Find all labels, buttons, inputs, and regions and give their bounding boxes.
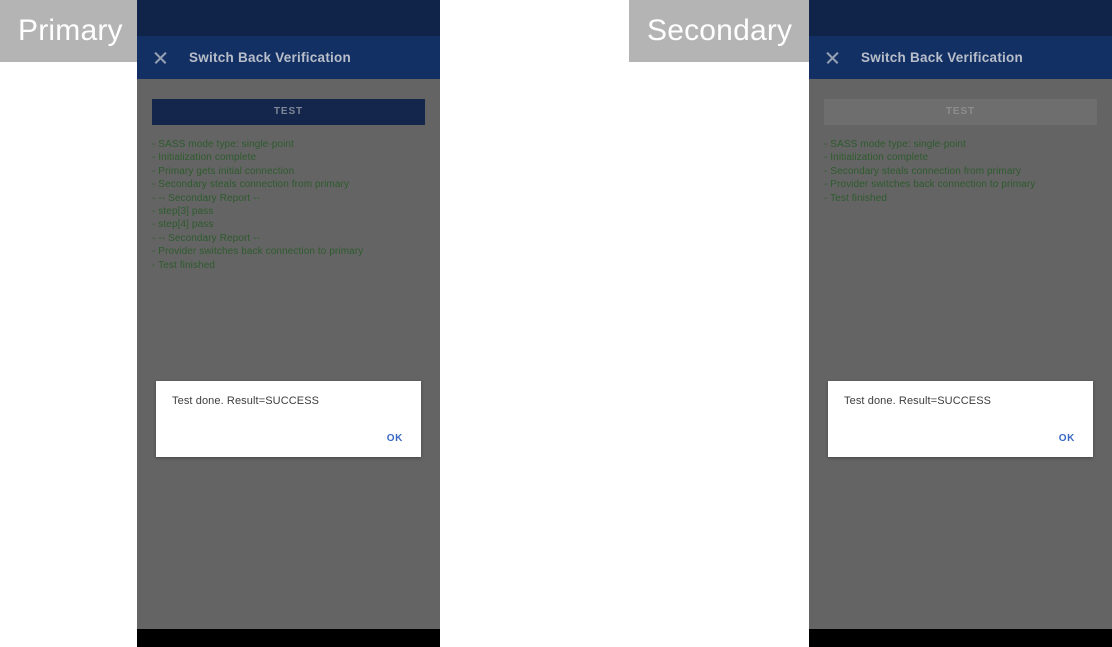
log-line: - Provider switches back connection to p… [824, 179, 1036, 191]
log-output-secondary: - SASS mode type: single-point - Initial… [824, 138, 1097, 205]
close-icon[interactable] [825, 50, 840, 65]
status-bar-secondary [809, 0, 1112, 36]
status-bar-primary [137, 0, 440, 36]
log-line: - Test finished [152, 259, 216, 271]
log-line: - Secondary steals connection from prima… [824, 165, 1022, 177]
app-bar-primary: Switch Back Verification [137, 36, 440, 79]
navigation-bar-secondary [809, 629, 1112, 647]
result-dialog: Test done. Result=SUCCESS OK [828, 381, 1093, 457]
log-line: - Initialization complete [152, 152, 257, 164]
dialog-message: Test done. Result=SUCCESS [172, 395, 320, 407]
result-dialog: Test done. Result=SUCCESS OK [156, 381, 421, 457]
app-bar-title: Switch Back Verification [861, 50, 1024, 65]
dialog-message: Test done. Result=SUCCESS [844, 395, 992, 407]
caption-primary: Primary [0, 0, 137, 62]
log-line: - step[4] pass [152, 219, 214, 231]
log-line: - SASS mode type: single-point [824, 139, 966, 150]
app-bar-secondary: Switch Back Verification [809, 36, 1112, 79]
log-line: - step[3] pass [152, 206, 214, 218]
dialog-ok-button[interactable]: OK [385, 429, 405, 448]
navigation-bar-primary [137, 629, 440, 647]
log-line: - Provider switches back connection to p… [152, 246, 364, 258]
caption-secondary: Secondary [629, 0, 809, 62]
content-secondary: TEST - SASS mode type: single-point - In… [809, 79, 1112, 457]
log-line: - SASS mode type: single-point [152, 139, 294, 150]
log-line: - -- Secondary Report -- [152, 232, 260, 244]
log-line: - Primary gets initial connection [152, 165, 295, 177]
dialog-ok-button[interactable]: OK [1057, 429, 1077, 448]
device-screenshot-primary: Switch Back Verification TEST - SASS mod… [137, 0, 440, 647]
content-primary: TEST - SASS mode type: single-point - In… [137, 79, 440, 457]
log-output-primary: - SASS mode type: single-point - Initial… [152, 138, 425, 272]
close-icon[interactable] [153, 50, 168, 65]
log-line: - Secondary steals connection from prima… [152, 179, 350, 191]
device-screenshot-secondary: Switch Back Verification TEST - SASS mod… [809, 0, 1112, 647]
app-bar-title: Switch Back Verification [189, 50, 352, 65]
test-button: TEST [824, 99, 1097, 125]
log-line: - Test finished [824, 192, 888, 204]
test-button[interactable]: TEST [152, 99, 425, 125]
log-line: - Initialization complete [824, 152, 929, 164]
log-line: - -- Secondary Report -- [152, 192, 260, 204]
